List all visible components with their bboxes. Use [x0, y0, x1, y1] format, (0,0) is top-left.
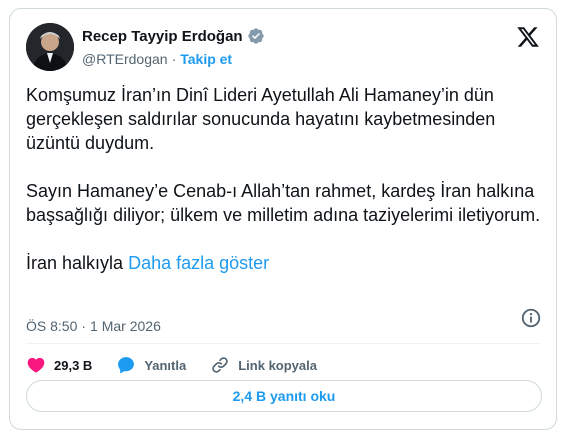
action-bar: 29,3 B Yanıtla Link kopyala — [26, 350, 341, 380]
author-handle-row: @RTErdogan · Takip et — [82, 51, 232, 67]
likes-count: 29,3 B — [54, 357, 93, 373]
author-display-name[interactable]: Recep Tayyip Erdoğan — [82, 28, 243, 45]
heart-icon — [27, 357, 45, 373]
link-icon — [212, 357, 228, 373]
handle-separator: · — [171, 51, 177, 67]
reply-bubble-icon — [118, 357, 135, 374]
avatar-image — [26, 23, 74, 71]
verified-badge-icon — [247, 27, 265, 45]
tweet-card: Recep Tayyip Erdoğan @RTErdogan · Takip … — [9, 8, 557, 430]
x-logo-icon[interactable] — [516, 25, 540, 49]
show-more-link[interactable]: Daha fazla göster — [128, 253, 269, 273]
follow-link[interactable]: Takip et — [180, 51, 232, 67]
truncated-text: İran halkıyla — [26, 253, 124, 273]
author-name-row: Recep Tayyip Erdoğan — [82, 27, 265, 45]
tweet-paragraph: Sayın Hamaney’e Cenab-ı Allah’tan rahmet… — [26, 181, 541, 225]
avatar[interactable] — [26, 23, 74, 71]
copy-link-label: Link kopyala — [238, 357, 317, 373]
reply-label: Yanıtla — [144, 357, 187, 373]
reply-button[interactable]: Yanıtla — [116, 355, 186, 375]
like-button[interactable]: 29,3 B — [26, 355, 92, 375]
tweet-text: Komşumuz İran’ın Dinî Lideri Ayetullah A… — [26, 83, 542, 275]
tweet-paragraph-truncated: İran halkıyla Daha fazla göster — [26, 251, 542, 275]
info-icon[interactable] — [520, 307, 542, 329]
tweet-paragraph: Komşumuz İran’ın Dinî Lideri Ayetullah A… — [26, 85, 496, 153]
timestamp-separator: · — [81, 318, 87, 334]
divider — [26, 343, 540, 344]
copy-link-button[interactable]: Link kopyala — [210, 355, 317, 375]
tweet-time: ÖS 8:50 — [26, 318, 78, 334]
author-handle[interactable]: @RTErdogan — [82, 51, 168, 67]
read-replies-button[interactable]: 2,4 B yanıtı oku — [26, 380, 542, 412]
tweet-timestamp[interactable]: ÖS 8:50 · 1 Mar 2026 — [26, 318, 161, 334]
tweet-date: 1 Mar 2026 — [90, 318, 161, 334]
